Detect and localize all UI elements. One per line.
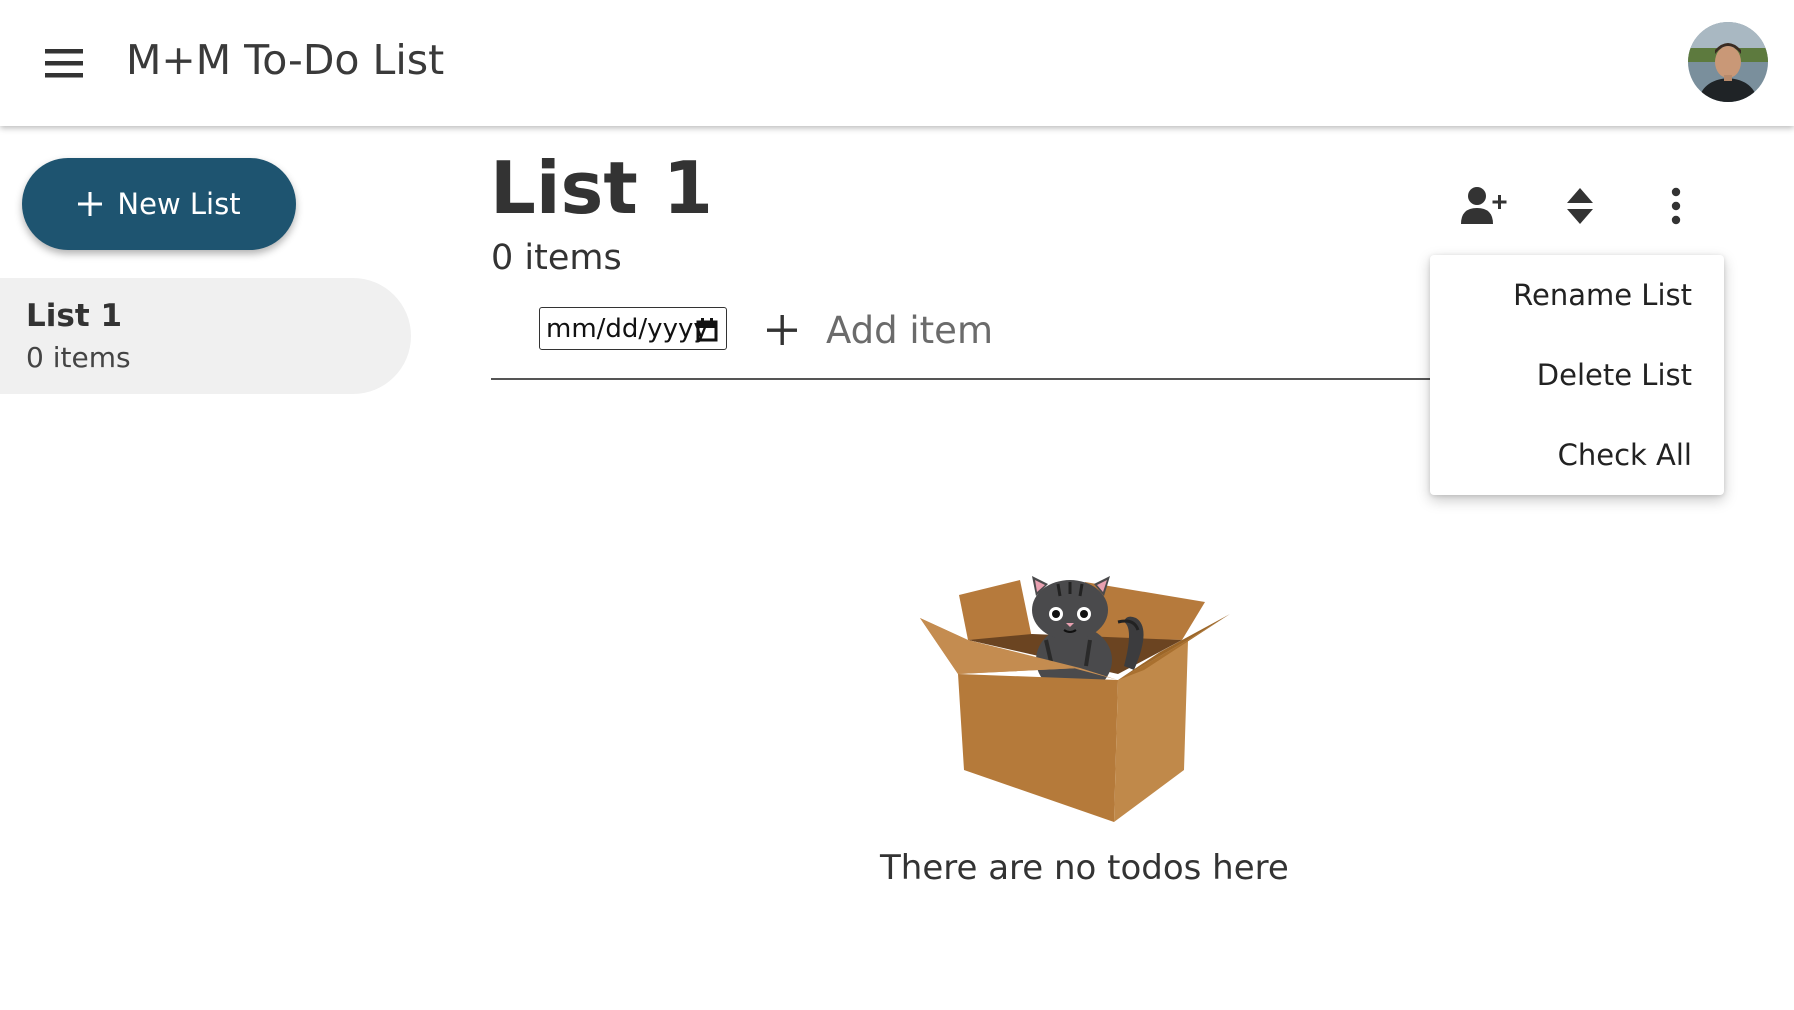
menu-item-rename-list[interactable]: Rename List <box>1432 255 1692 335</box>
app-bar: M+M To-Do List <box>0 0 1794 126</box>
list-item-count: 0 items <box>491 238 622 278</box>
new-list-button[interactable]: New List <box>22 158 296 250</box>
cat-in-box-illustration <box>920 576 1230 822</box>
date-input-value: mm/dd/yyyy <box>546 313 709 344</box>
list-title: List 1 <box>490 146 713 230</box>
menu-item-delete-list[interactable]: Delete List <box>1432 335 1692 415</box>
list-options-menu: Rename List Delete List Check All <box>1430 255 1724 495</box>
person-add-icon <box>1461 187 1507 224</box>
sidebar-item-name: List 1 <box>26 298 123 334</box>
app-title: M+M To-Do List <box>126 36 445 84</box>
empty-state-message: There are no todos here <box>880 848 1289 888</box>
calendar-icon[interactable] <box>696 318 718 342</box>
add-item-underline <box>491 378 1491 380</box>
new-list-label: New List <box>117 187 241 221</box>
share-list-button[interactable] <box>1456 178 1512 234</box>
sidebar-item-list-1[interactable]: List 1 0 items <box>0 278 411 394</box>
user-avatar[interactable] <box>1688 22 1768 102</box>
sort-button[interactable] <box>1552 178 1608 234</box>
avatar-photo <box>1688 22 1768 102</box>
plus-icon <box>78 192 103 216</box>
sidebar-item-count: 0 items <box>26 341 131 374</box>
sort-icon <box>1567 188 1593 224</box>
add-item-button[interactable] <box>762 310 802 350</box>
menu-item-check-all[interactable]: Check All <box>1432 415 1692 495</box>
more-options-button[interactable] <box>1648 178 1704 234</box>
due-date-input[interactable]: mm/dd/yyyy <box>539 307 727 350</box>
plus-icon <box>767 315 797 345</box>
more-vert-icon <box>1671 187 1681 225</box>
add-item-input[interactable] <box>826 302 1426 358</box>
menu-icon <box>45 49 83 78</box>
hamburger-menu-button[interactable] <box>38 37 90 89</box>
